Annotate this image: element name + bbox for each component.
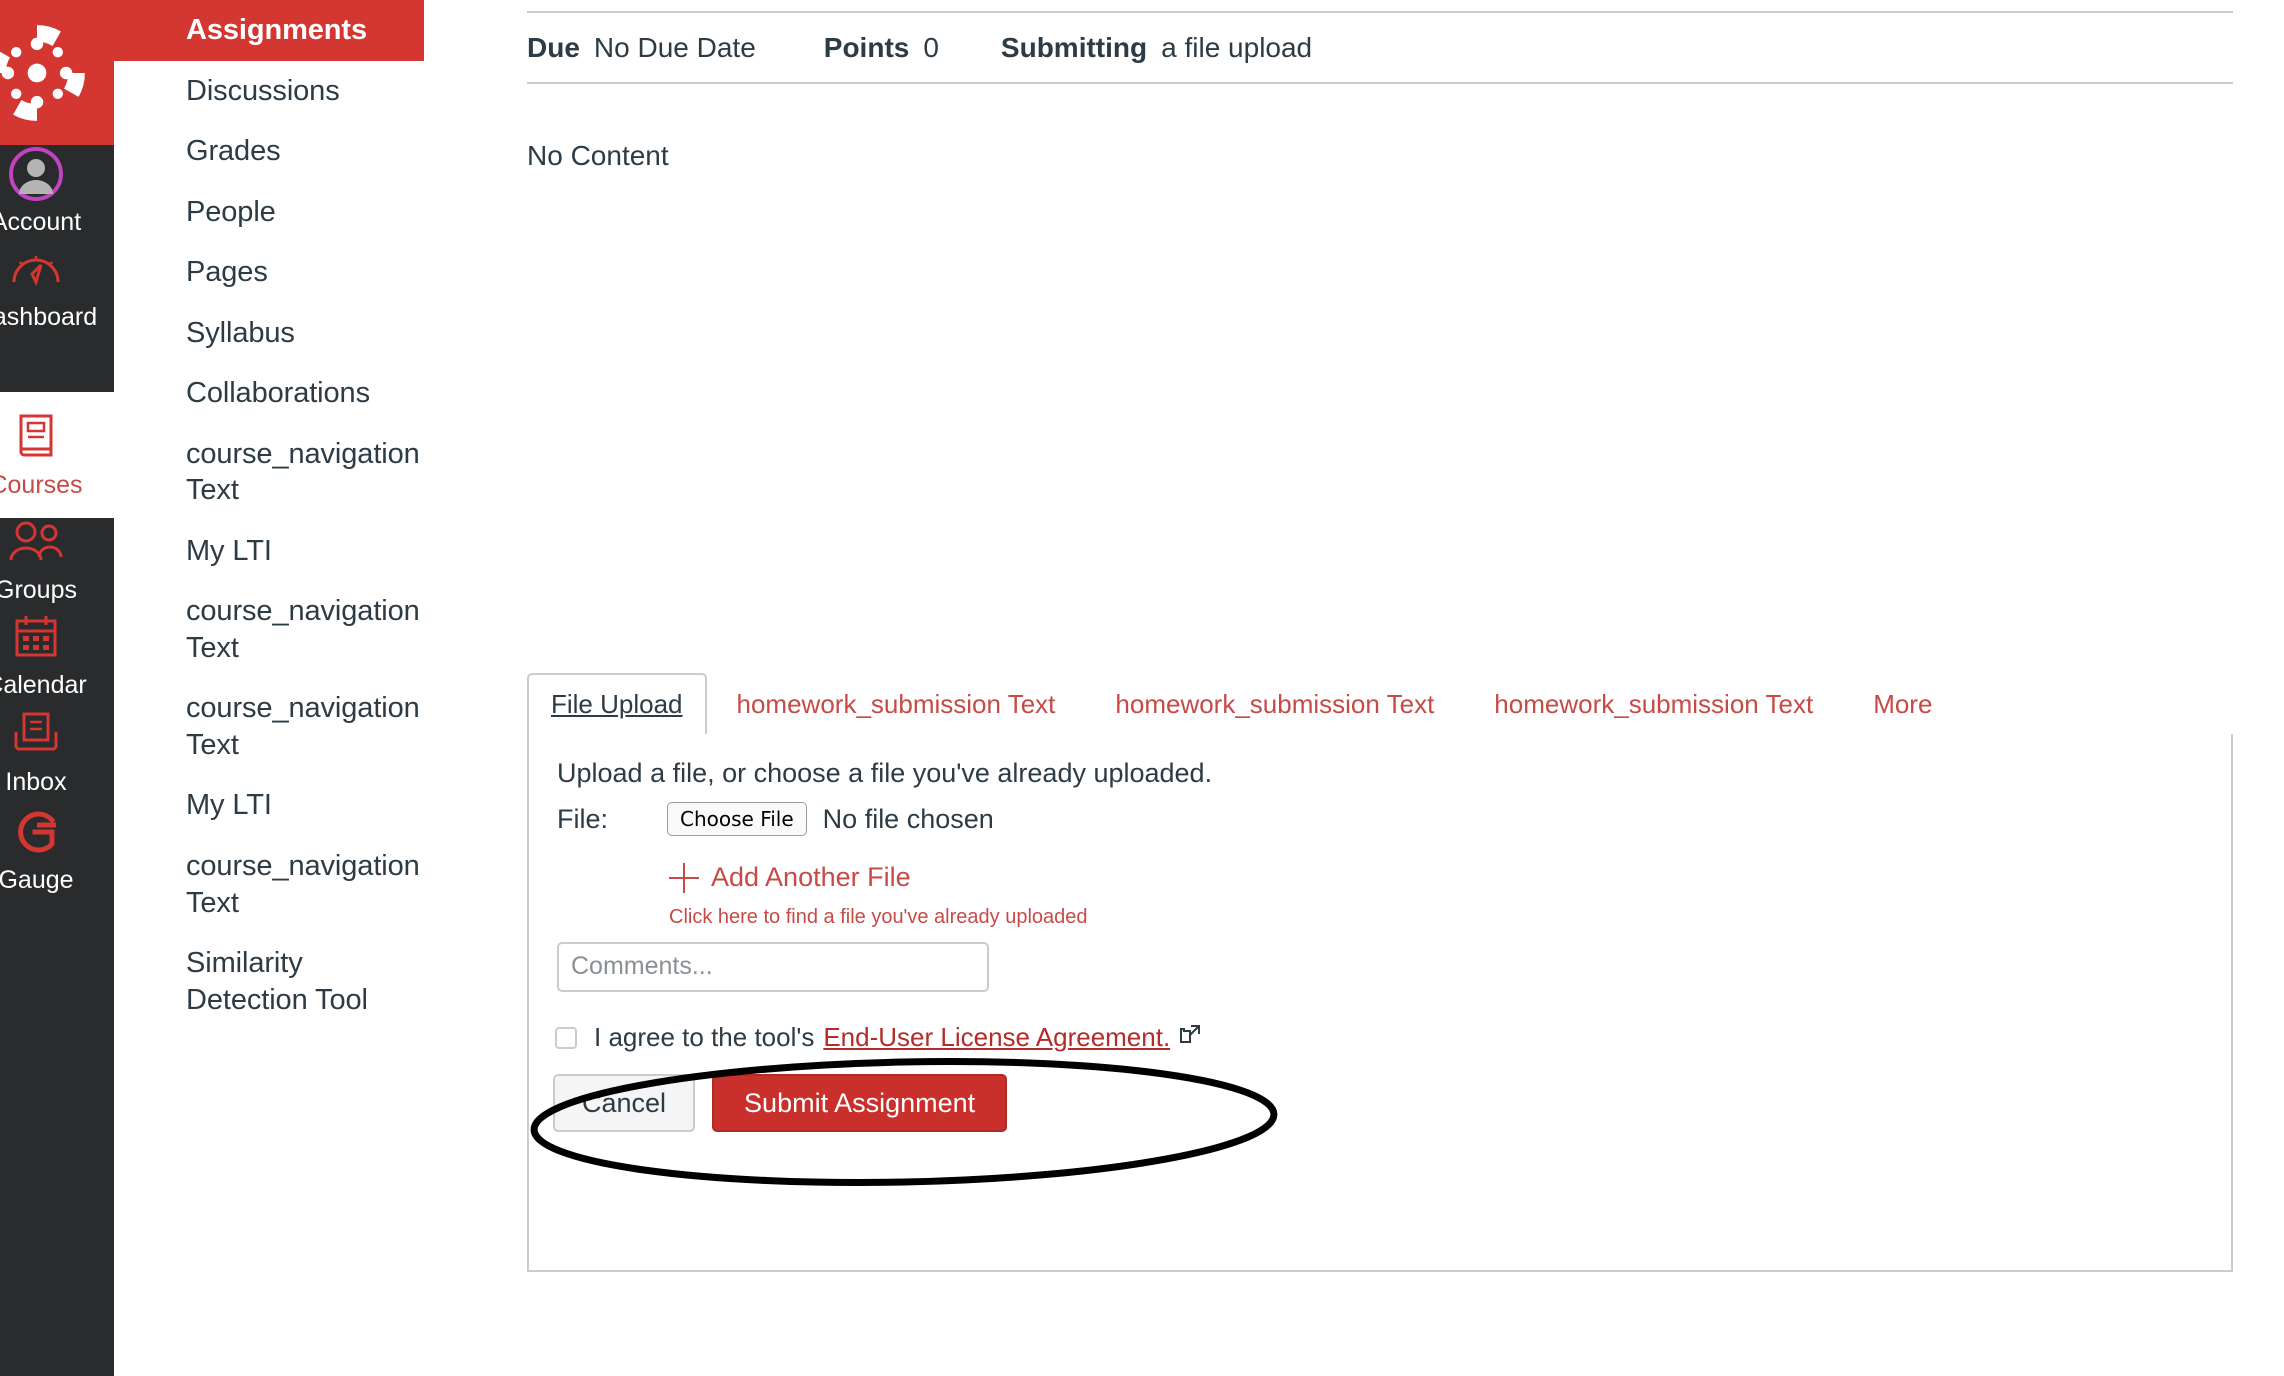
course-nav-item-my-lti-1[interactable]: My LTI (114, 521, 424, 582)
due-value: No Due Date (594, 32, 756, 64)
tab-file-upload[interactable]: File Upload (527, 673, 707, 736)
canvas-logo-icon[interactable] (0, 0, 114, 145)
assignment-submitting: Submitting a file upload (1001, 32, 1312, 64)
eula-link[interactable]: End-User License Agreement. (823, 1022, 1170, 1053)
global-nav-item-account[interactable]: Account (0, 145, 114, 237)
upload-instructions: Upload a file, or choose a file you've a… (557, 758, 1212, 789)
canvas-assignment-submission-page: Account Dashboard (0, 0, 2284, 1376)
dashboard-gauge-icon (10, 240, 62, 298)
global-nav-label-courses: Courses (0, 472, 83, 500)
tab-more[interactable]: More (1843, 673, 1962, 734)
course-nav-item-syllabus[interactable]: Syllabus (114, 303, 424, 364)
global-nav-label-calendar: Calendar (0, 672, 87, 700)
global-nav-item-groups[interactable]: Groups (0, 513, 114, 605)
submission-type-tabs: File Upload homework_submission Text hom… (527, 670, 2233, 736)
global-nav-item-dashboard[interactable]: Dashboard (0, 240, 114, 332)
file-input-row: File: Choose File No file chosen (557, 802, 994, 836)
assignment-meta-bar: Due No Due Date Points 0 Submitting a fi… (527, 11, 2233, 84)
course-nav-item-pages[interactable]: Pages (114, 242, 424, 303)
global-nav-label-dashboard: Dashboard (0, 304, 97, 332)
submit-assignment-button[interactable]: Submit Assignment (712, 1074, 1007, 1132)
calendar-icon (11, 608, 61, 666)
course-nav-item-lti-2[interactable]: course_navigation Text (114, 581, 424, 678)
external-link-icon (1179, 1024, 1201, 1051)
course-navigation: Assignments Discussions Grades People Pa… (114, 0, 424, 1376)
assignment-due: Due No Due Date (527, 32, 756, 64)
global-nav-item-calendar[interactable]: Calendar (0, 608, 114, 700)
form-action-buttons: Cancel Submit Assignment (553, 1074, 1007, 1132)
global-nav-label-inbox: Inbox (5, 769, 66, 797)
submitting-label: Submitting (1001, 32, 1147, 64)
tab-homework-submission-1[interactable]: homework_submission Text (707, 673, 1086, 734)
find-uploaded-file-link[interactable]: Click here to find a file you've already… (669, 906, 1088, 929)
course-nav-item-similarity-detection-tool[interactable]: Similarity Detection Tool (114, 933, 424, 1030)
main-content: Due No Due Date Points 0 Submitting a fi… (424, 0, 2284, 1376)
course-nav-item-collaborations[interactable]: Collaborations (114, 363, 424, 424)
courses-book-icon (12, 408, 60, 466)
course-nav-item-assignments[interactable]: Assignments (114, 0, 424, 61)
tab-homework-submission-2[interactable]: homework_submission Text (1085, 673, 1464, 734)
eula-prefix-label: I agree to the tool's (594, 1022, 814, 1053)
global-navigation: Account Dashboard (0, 0, 114, 1376)
cancel-button[interactable]: Cancel (553, 1074, 695, 1132)
assignment-description: No Content (527, 140, 669, 172)
chosen-file-status: No file chosen (823, 804, 994, 835)
global-nav-item-inbox[interactable]: Inbox (0, 705, 114, 797)
course-nav-item-discussions[interactable]: Discussions (114, 61, 424, 122)
course-nav-item-my-lti-2[interactable]: My LTI (114, 775, 424, 836)
tab-homework-submission-3[interactable]: homework_submission Text (1464, 673, 1843, 734)
course-nav-item-lti-3[interactable]: course_navigation Text (114, 678, 424, 775)
eula-agreement-row: I agree to the tool's End-User License A… (555, 1022, 1201, 1053)
due-label: Due (527, 32, 580, 64)
submitting-value: a file upload (1161, 32, 1312, 64)
gauge-g-icon (11, 803, 61, 861)
eula-agree-checkbox[interactable] (555, 1027, 577, 1049)
choose-file-button[interactable]: Choose File (667, 802, 807, 836)
course-nav-item-grades[interactable]: Grades (114, 121, 424, 182)
inbox-tray-icon (11, 705, 61, 763)
course-nav-item-lti-1[interactable]: course_navigation Text (114, 424, 424, 521)
global-nav-label-account: Account (0, 209, 81, 237)
file-label: File: (557, 804, 667, 835)
global-nav-label-gauge: Gauge (0, 867, 74, 895)
add-another-file-button[interactable]: Add Another File (669, 862, 911, 893)
global-nav-item-courses[interactable]: Courses (0, 392, 114, 518)
file-upload-panel: Upload a file, or choose a file you've a… (527, 734, 2233, 1272)
points-label: Points (824, 32, 910, 64)
user-avatar-icon (8, 145, 64, 203)
groups-people-icon (6, 513, 66, 571)
plus-icon (669, 863, 699, 893)
assignment-points: Points 0 (824, 32, 939, 64)
global-nav-item-gauge[interactable]: Gauge (0, 803, 114, 895)
comments-input[interactable] (557, 942, 989, 992)
points-value: 0 (923, 32, 939, 64)
global-nav-label-groups: Groups (0, 577, 77, 605)
course-nav-item-lti-4[interactable]: course_navigation Text (114, 836, 424, 933)
course-nav-item-people[interactable]: People (114, 182, 424, 243)
add-another-file-label: Add Another File (711, 862, 911, 893)
